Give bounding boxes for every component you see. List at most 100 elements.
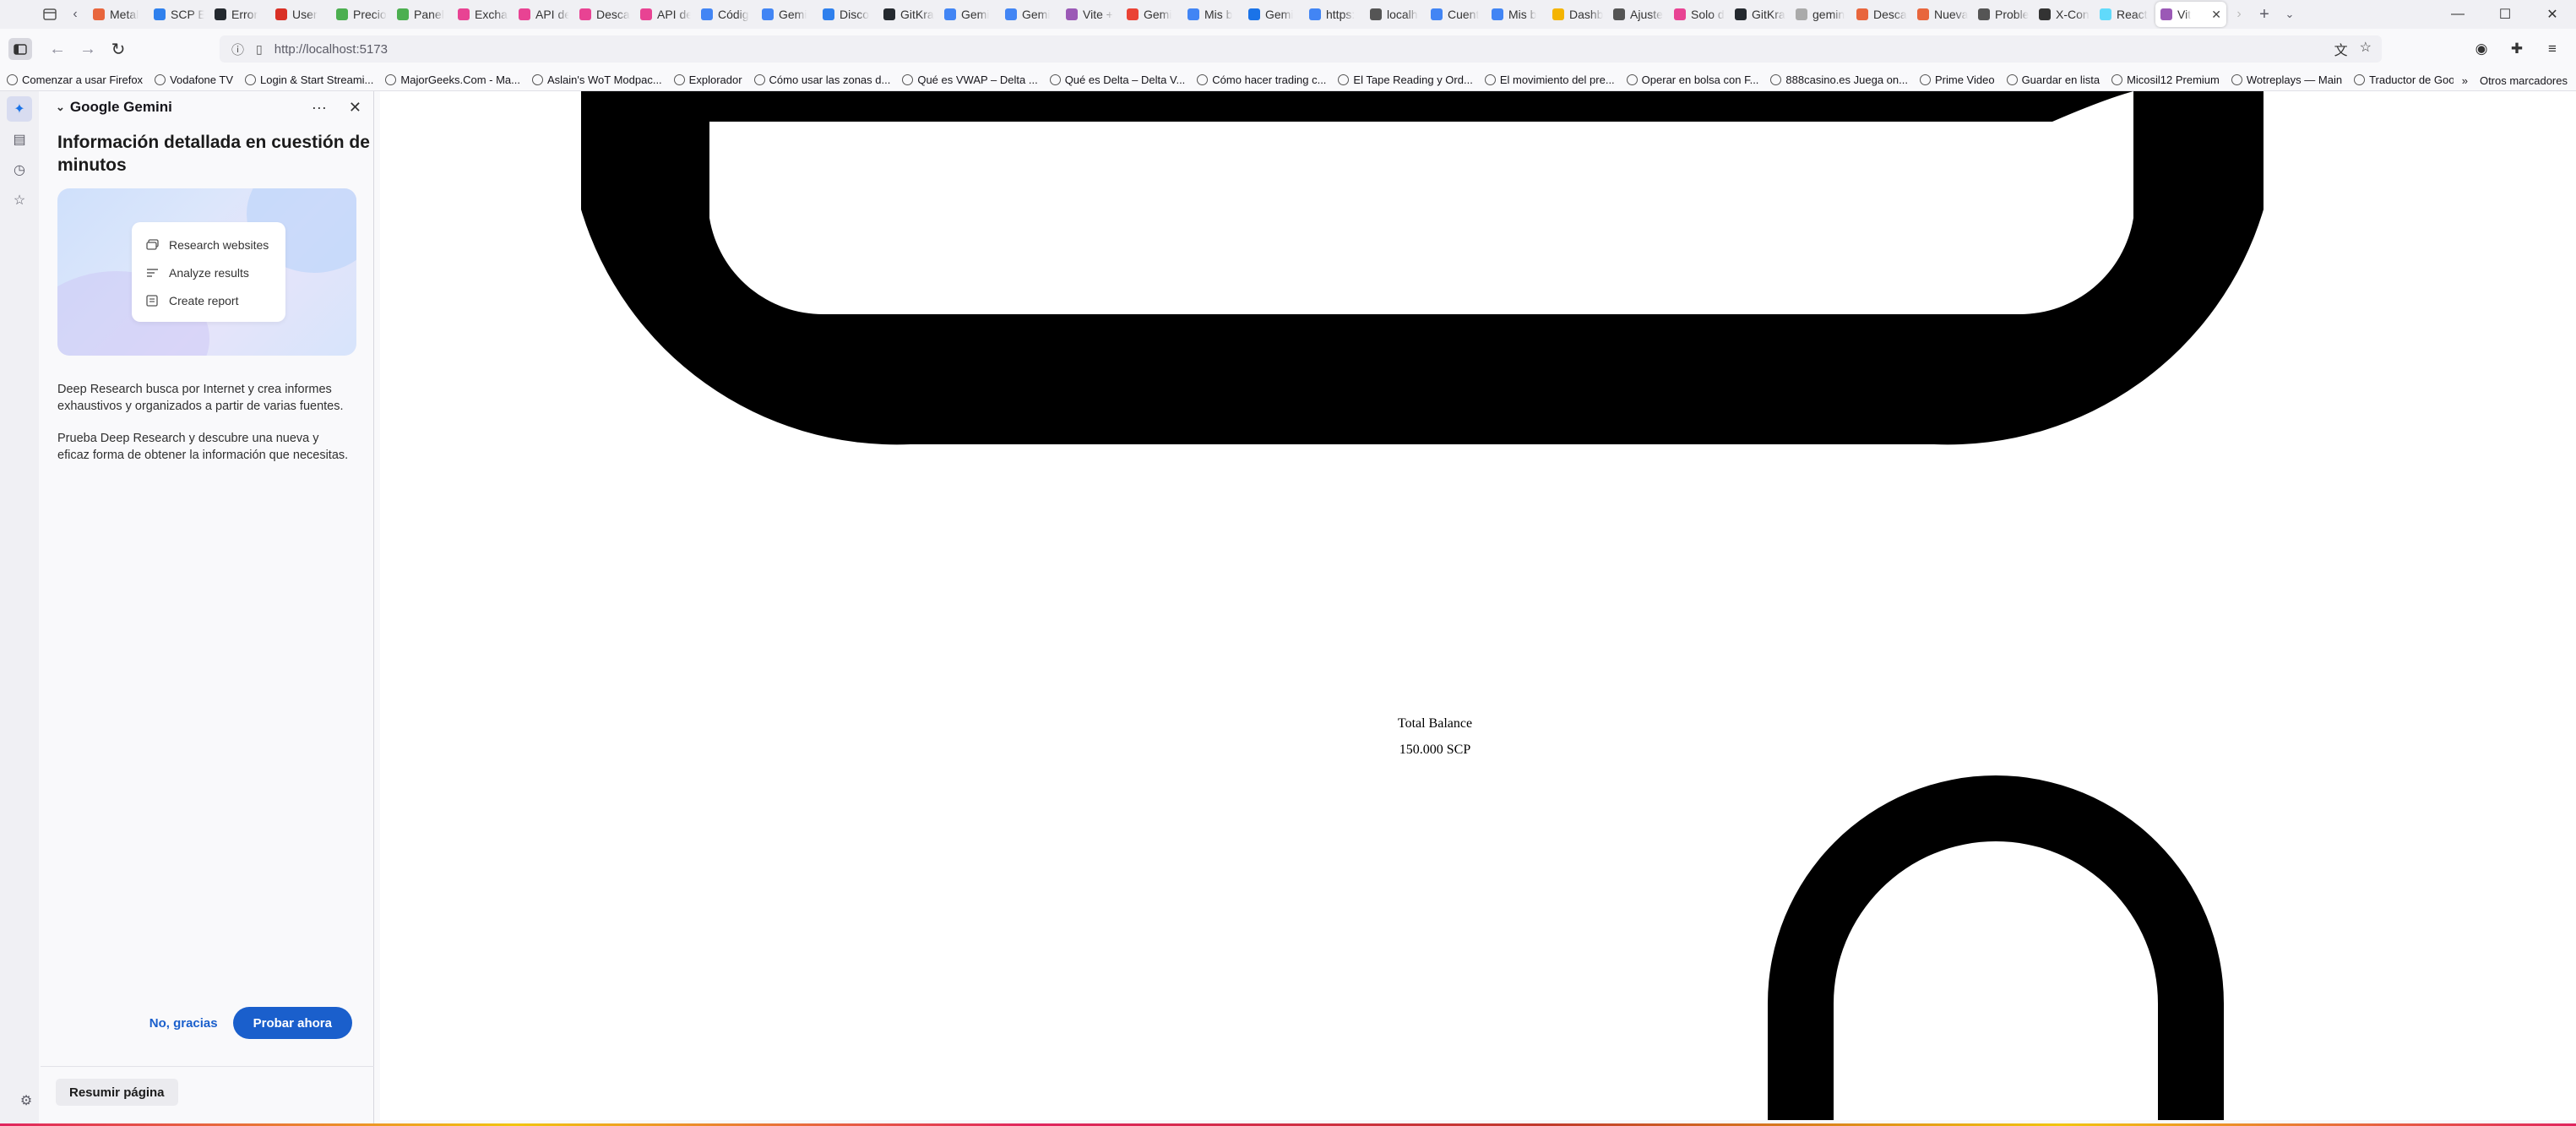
- bookmark-item[interactable]: Comenzar a usar Firefox: [7, 73, 143, 86]
- translate-icon[interactable]: 文: [2334, 39, 2348, 59]
- try-now-button[interactable]: Probar ahora: [232, 1007, 352, 1039]
- browser-tab[interactable]: Gemi: [1243, 2, 1304, 27]
- synced-tabs-icon[interactable]: ▤: [7, 127, 32, 152]
- url-bar[interactable]: ⓘ ▯ http://localhost:5173 文 ☆: [220, 35, 2382, 63]
- bookmark-item[interactable]: Cómo hacer trading c...: [1197, 73, 1326, 86]
- step-label: Analyze results: [169, 265, 249, 280]
- extensions-icon[interactable]: ✚: [2503, 35, 2530, 63]
- browser-tab[interactable]: Nueva: [1912, 2, 1973, 27]
- bookmarks-icon[interactable]: ☆: [7, 188, 32, 213]
- menu-icon[interactable]: ≡: [2539, 35, 2566, 63]
- bookmark-item[interactable]: Micosil12 Premium: [2111, 73, 2220, 86]
- list-all-tabs-icon[interactable]: ⌄: [2277, 2, 2302, 27]
- browser-tab[interactable]: API de: [514, 2, 574, 27]
- browser-tab[interactable]: X-Con: [2034, 2, 2095, 27]
- browser-tab[interactable]: Gemi: [757, 2, 818, 27]
- browser-tab[interactable]: localh: [1365, 2, 1426, 27]
- bookmark-item[interactable]: 888casino.es Juega on...: [1770, 73, 1908, 86]
- browser-tab[interactable]: GitKra: [1730, 2, 1791, 27]
- deep-research-illustration: Research websites Analyze results Create…: [57, 188, 356, 356]
- browser-tab[interactable]: Proble: [1973, 2, 2034, 27]
- minimize-icon[interactable]: —: [2434, 0, 2481, 29]
- browser-tab[interactable]: React: [2095, 2, 2155, 27]
- browser-tab[interactable]: User: [270, 2, 331, 27]
- globe-icon: [385, 74, 397, 85]
- globe-icon: [753, 74, 765, 85]
- close-window-icon[interactable]: ✕: [2529, 0, 2576, 29]
- browser-tab[interactable]: API de: [635, 2, 696, 27]
- bookmark-item[interactable]: Prime Video: [1919, 73, 1995, 86]
- browser-tab[interactable]: gemin: [1791, 2, 1851, 27]
- summarize-page-button[interactable]: Resumir página: [56, 1079, 178, 1106]
- bookmark-item[interactable]: Cómo usar las zonas d...: [753, 73, 890, 86]
- new-tab-icon[interactable]: +: [2252, 2, 2277, 27]
- browser-tab[interactable]: GitKra: [878, 2, 939, 27]
- tab-scroll-right-icon[interactable]: ›: [2226, 2, 2252, 27]
- sidebar-toggle-icon[interactable]: [8, 38, 32, 60]
- browser-tab[interactable]: Disco: [818, 2, 878, 27]
- tab-favicon-icon: [1552, 8, 1564, 20]
- browser-tab[interactable]: Gemi: [1000, 2, 1061, 27]
- browser-tab[interactable]: Cuent: [1426, 2, 1486, 27]
- browser-tab[interactable]: Precio: [331, 2, 392, 27]
- gemini-icon[interactable]: ✦: [7, 96, 32, 122]
- page-info-icon[interactable]: ⓘ: [231, 41, 244, 58]
- tab-title: Dashb: [1569, 8, 1603, 21]
- close-tab-icon[interactable]: ✕: [2211, 8, 2221, 22]
- reload-icon[interactable]: ↻: [103, 34, 133, 64]
- browser-tab[interactable]: Ajuste: [1608, 2, 1669, 27]
- browser-tab[interactable]: SCP E: [149, 2, 209, 27]
- maximize-icon[interactable]: ☐: [2481, 0, 2529, 29]
- browser-tab[interactable]: Exchai: [453, 2, 514, 27]
- bookmark-item[interactable]: El Tape Reading y Ord...: [1338, 73, 1473, 86]
- browser-tab[interactable]: Metal: [88, 2, 149, 27]
- tab-favicon-icon: [1492, 8, 1503, 20]
- sidebar-settings-icon[interactable]: ⚙: [14, 1088, 39, 1113]
- no-thanks-button[interactable]: No, gracias: [149, 1016, 218, 1031]
- account-icon[interactable]: ◉: [2468, 35, 2495, 63]
- panel-title[interactable]: Google Gemini: [70, 99, 172, 116]
- browser-tab[interactable]: Desca: [574, 2, 635, 27]
- browser-tab[interactable]: Panel: [392, 2, 453, 27]
- bookmark-star-icon[interactable]: ☆: [2360, 39, 2372, 59]
- bookmark-item[interactable]: Login & Start Streami...: [245, 73, 373, 86]
- firefox-view-icon[interactable]: [37, 2, 62, 27]
- globe-icon: [532, 74, 543, 85]
- bookmark-item[interactable]: Wotreplays — Main: [2231, 73, 2342, 86]
- bookmark-item[interactable]: Qué es Delta – Delta V...: [1049, 73, 1185, 86]
- browser-tab[interactable]: Códig: [696, 2, 757, 27]
- url-text[interactable]: http://localhost:5173: [274, 42, 388, 57]
- tab-scroll-left-icon[interactable]: ‹: [62, 2, 88, 27]
- bookmark-item[interactable]: MajorGeeks.Com - Ma...: [385, 73, 520, 86]
- back-icon[interactable]: ←: [42, 34, 73, 64]
- more-options-icon[interactable]: ···: [312, 99, 327, 117]
- history-icon[interactable]: ◷: [7, 157, 32, 182]
- bookmark-item[interactable]: El movimiento del pre...: [1484, 73, 1615, 86]
- browser-tab[interactable]: Gemi: [1122, 2, 1182, 27]
- browser-tab[interactable]: https:: [1304, 2, 1365, 27]
- browser-tab[interactable]: Solo d: [1669, 2, 1730, 27]
- bookmark-item[interactable]: Guardar en lista: [2006, 73, 2100, 86]
- forward-icon[interactable]: →: [73, 34, 103, 64]
- browser-tab[interactable]: Mis b: [1182, 2, 1243, 27]
- bookmark-item[interactable]: Traductor de Google: [2354, 73, 2470, 86]
- bookmark-label: Guardar en lista: [2021, 73, 2100, 86]
- active-browser-tab[interactable]: Vit ✕: [2155, 2, 2226, 27]
- browser-tab[interactable]: Mis b: [1486, 2, 1547, 27]
- browser-tab[interactable]: Dashb: [1547, 2, 1608, 27]
- bookmark-item[interactable]: Aslain's WoT Modpac...: [532, 73, 662, 86]
- browser-tab[interactable]: Vite +: [1061, 2, 1122, 27]
- browser-tab[interactable]: Error: [209, 2, 270, 27]
- tab-title: localh: [1387, 8, 1418, 21]
- tab-title: API de: [657, 8, 691, 21]
- bookmark-item[interactable]: Explorador: [673, 73, 742, 86]
- bookmark-item[interactable]: Vodafone TV: [155, 73, 233, 86]
- browser-tab[interactable]: Desca: [1851, 2, 1912, 27]
- bookmark-item[interactable]: Qué es VWAP – Delta ...: [902, 73, 1038, 86]
- bookmark-item[interactable]: Operar en bolsa con F...: [1626, 73, 1758, 86]
- browser-tab[interactable]: Gemi: [939, 2, 1000, 27]
- chevron-down-icon[interactable]: ⌄: [56, 101, 65, 114]
- bookmarks-overflow-icon[interactable]: »: [2462, 74, 2468, 87]
- close-panel-icon[interactable]: ✕: [349, 99, 361, 117]
- other-bookmarks-folder[interactable]: Otros marcadores: [2480, 74, 2568, 87]
